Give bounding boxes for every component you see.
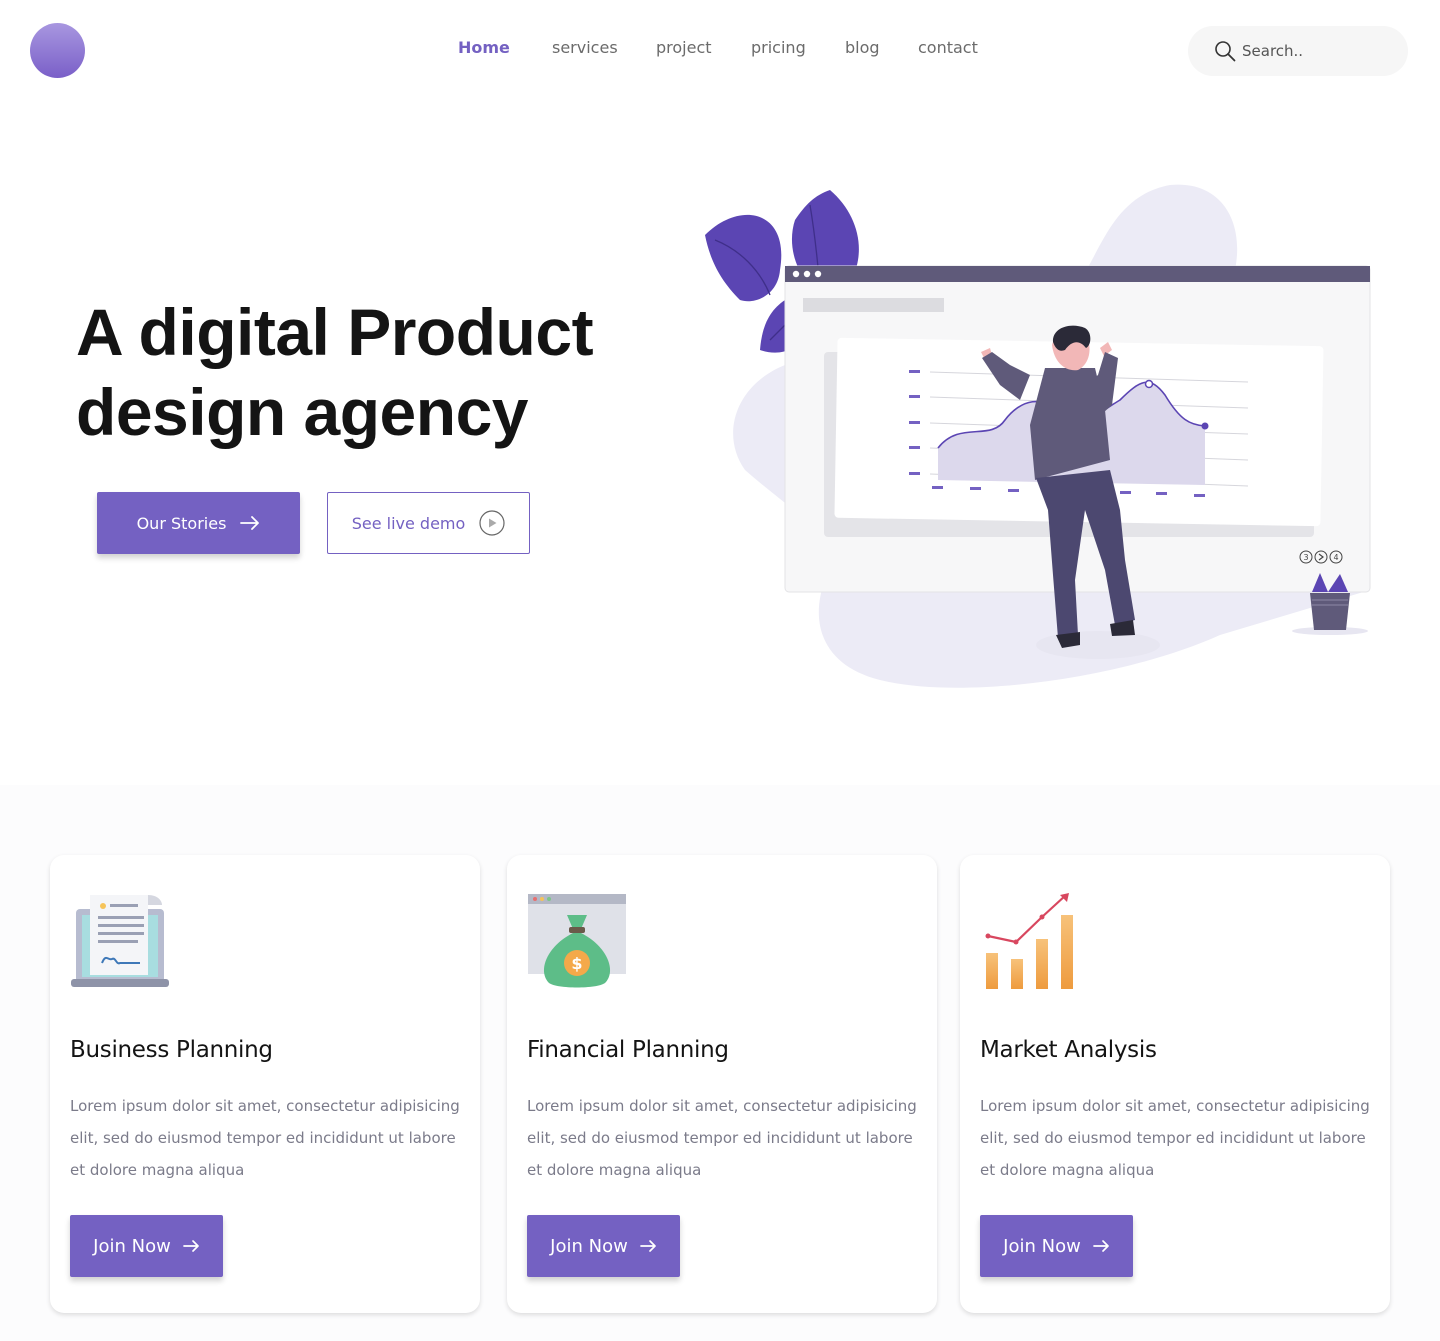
service-card-market-analysis: Market Analysis Lorem ipsum dolor sit am… <box>960 855 1390 1313</box>
join-now-label: Join Now <box>93 1235 171 1257</box>
our-stories-button[interactable]: Our Stories <box>97 492 300 554</box>
growth-chart-icon <box>985 893 1073 989</box>
see-live-demo-label: See live demo <box>351 513 466 533</box>
arrow-right-icon <box>639 1240 656 1252</box>
join-now-label: Join Now <box>1003 1235 1081 1257</box>
our-stories-label: Our Stories <box>136 513 227 533</box>
see-live-demo-button[interactable]: See live demo <box>327 492 530 554</box>
service-title: Financial Planning <box>527 1037 729 1063</box>
money-bag-icon: $ <box>528 894 626 988</box>
join-now-label: Join Now <box>550 1235 628 1257</box>
nav-link-project[interactable]: project <box>656 38 712 57</box>
nav-link-contact[interactable]: contact <box>918 38 978 57</box>
hero-title: A digital Product design agency <box>76 292 676 452</box>
service-description: Lorem ipsum dolor sit amet, consectetur … <box>980 1097 1370 1179</box>
nav-link-pricing[interactable]: pricing <box>751 38 806 57</box>
join-now-button[interactable]: Join Now <box>70 1215 223 1277</box>
nav-link-home[interactable]: Home <box>458 38 510 57</box>
search-box[interactable] <box>1188 26 1408 76</box>
hero-title-line-2: design agency <box>76 375 529 449</box>
service-title: Business Planning <box>70 1037 273 1063</box>
svg-text:$: $ <box>571 954 582 973</box>
hero-title-line-1: A digital Product <box>76 295 594 369</box>
nav-link-blog[interactable]: blog <box>845 38 880 57</box>
nav-link-services[interactable]: services <box>552 38 618 57</box>
service-card-business-planning: Business Planning Lorem ipsum dolor sit … <box>50 855 480 1313</box>
service-card-financial-planning: $ Financial Planning Lorem ipsum dolor s… <box>507 855 937 1313</box>
arrow-right-icon <box>182 1240 199 1252</box>
hero-illustration: 3 4 <box>705 184 1371 688</box>
service-description: Lorem ipsum dolor sit amet, consectetur … <box>527 1097 917 1179</box>
arrow-right-icon <box>1092 1240 1109 1252</box>
contract-laptop-icon <box>71 895 169 987</box>
pagination-3: 3 <box>1303 553 1308 562</box>
play-circle-icon <box>479 510 505 536</box>
search-icon[interactable] <box>1214 40 1236 62</box>
arrow-right-icon <box>240 516 260 530</box>
service-description: Lorem ipsum dolor sit amet, consectetur … <box>70 1097 460 1179</box>
search-input[interactable] <box>1242 38 1392 64</box>
join-now-button[interactable]: Join Now <box>980 1215 1133 1277</box>
join-now-button[interactable]: Join Now <box>527 1215 680 1277</box>
service-title: Market Analysis <box>980 1037 1157 1063</box>
pagination-4: 4 <box>1333 553 1338 562</box>
